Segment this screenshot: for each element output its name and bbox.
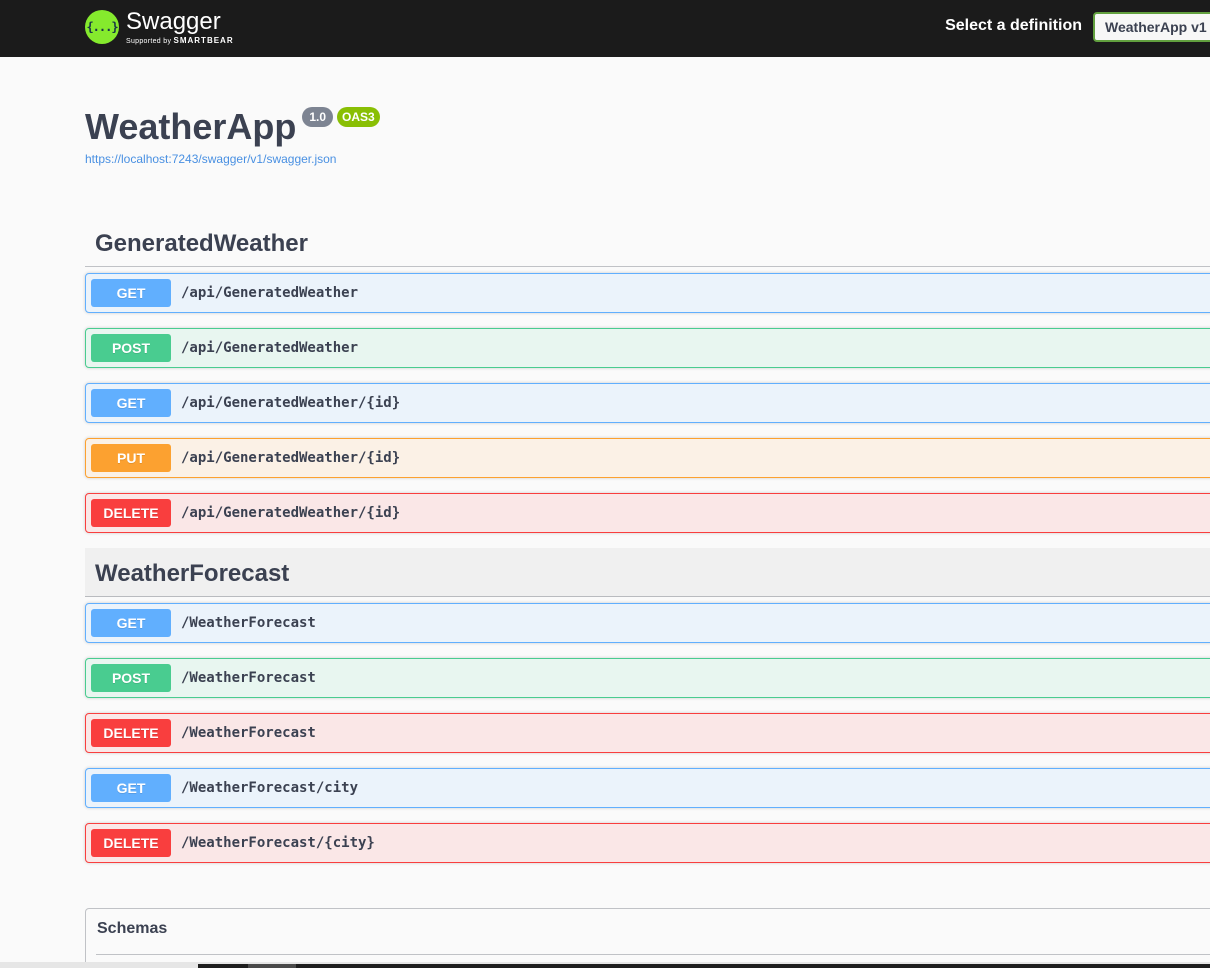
select-definition-label: Select a definition	[945, 17, 1082, 34]
operation-path: /WeatherForecast	[181, 615, 316, 631]
operation-row[interactable]: POST /api/GeneratedWeather	[85, 328, 1210, 368]
operation-row[interactable]: PUT /api/GeneratedWeather/{id}	[85, 438, 1210, 478]
method-badge: POST	[91, 664, 171, 692]
spec-url-link[interactable]: https://localhost:7243/swagger/v1/swagge…	[85, 152, 380, 166]
schemas-title: Schemas	[97, 920, 168, 937]
operation-path: /WeatherForecast/city	[181, 780, 359, 796]
operation-path: /WeatherForecast/{city}	[181, 835, 375, 851]
method-badge: DELETE	[91, 719, 171, 747]
definition-select[interactable]: WeatherApp v1	[1093, 12, 1210, 42]
tag-generatedweather[interactable]: GeneratedWeather	[85, 218, 1210, 267]
operation-row[interactable]: GET /api/GeneratedWeather/{id}	[85, 383, 1210, 423]
tag-title: GeneratedWeather	[95, 230, 308, 257]
logo-supported-by: Supported by	[126, 37, 172, 45]
method-badge: GET	[91, 774, 171, 802]
operation-path: /api/GeneratedWeather/{id}	[181, 505, 401, 521]
method-badge: DELETE	[91, 499, 171, 527]
logo-sub: Supported by SMARTBEAR	[126, 35, 234, 45]
operation-path: /api/GeneratedWeather/{id}	[181, 450, 401, 466]
method-badge: PUT	[91, 444, 171, 472]
method-badge: GET	[91, 389, 171, 417]
operation-row[interactable]: GET /api/GeneratedWeather	[85, 273, 1210, 313]
method-badge: POST	[91, 334, 171, 362]
version-badge: 1.0	[302, 107, 334, 127]
swagger-logo[interactable]: {...} Swagger Supported by SMARTBEAR	[85, 7, 234, 47]
operation-path: /WeatherForecast	[181, 670, 316, 686]
taskbar-strip	[198, 964, 1210, 968]
taskbar	[0, 962, 1210, 968]
api-title: WeatherApp	[85, 106, 297, 147]
oas-badge: OAS3	[337, 107, 380, 127]
taskbar-active-item[interactable]	[248, 964, 296, 968]
operation-row[interactable]: DELETE /api/GeneratedWeather/{id}	[85, 493, 1210, 533]
logo-sponsor: SMARTBEAR	[173, 35, 234, 45]
logo-name: Swagger	[126, 7, 221, 35]
method-badge: GET	[91, 609, 171, 637]
operation-path: /WeatherForecast	[181, 725, 316, 741]
topbar: {...} Swagger Supported by SMARTBEAR Sel…	[0, 0, 1210, 57]
operation-row[interactable]: GET /WeatherForecast	[85, 603, 1210, 643]
operation-path: /api/GeneratedWeather	[181, 285, 359, 301]
operation-path: /api/GeneratedWeather	[181, 340, 359, 356]
schemas-section[interactable]: Schemas	[85, 908, 1210, 968]
operation-row[interactable]: DELETE /WeatherForecast	[85, 713, 1210, 753]
swagger-braces-icon: {...}	[85, 10, 119, 44]
method-badge: GET	[91, 279, 171, 307]
operation-path: /api/GeneratedWeather/{id}	[181, 395, 401, 411]
api-info: WeatherApp 1.0 OAS3 https://localhost:72…	[85, 102, 380, 166]
operation-row[interactable]: GET /WeatherForecast/city	[85, 768, 1210, 808]
tag-weatherforecast[interactable]: WeatherForecast	[85, 548, 1210, 597]
schemas-divider	[96, 954, 1210, 955]
method-badge: DELETE	[91, 829, 171, 857]
operation-row[interactable]: DELETE /WeatherForecast/{city}	[85, 823, 1210, 863]
logo-text: Swagger Supported by SMARTBEAR	[126, 7, 234, 45]
tag-title: WeatherForecast	[95, 560, 290, 587]
operation-row[interactable]: POST /WeatherForecast	[85, 658, 1210, 698]
